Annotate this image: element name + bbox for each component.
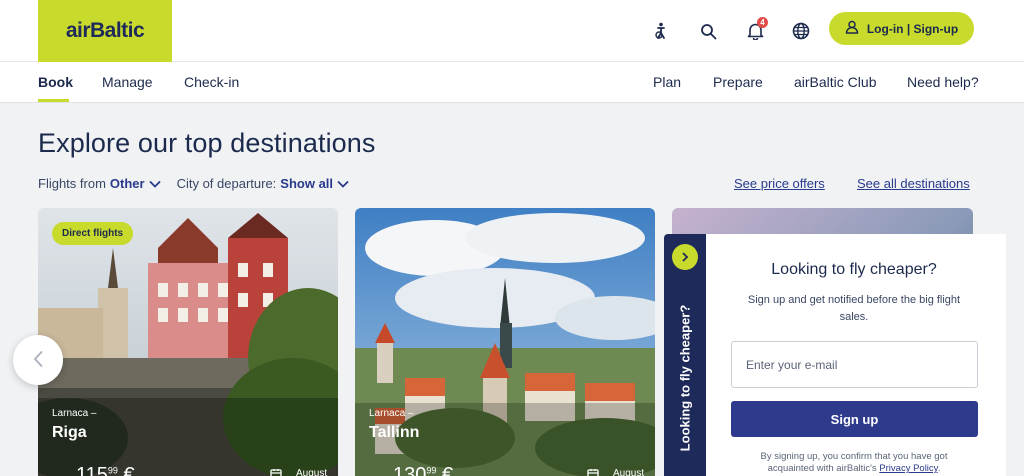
newsletter-signup-panel: Looking to fly cheaper? Sign up and get … — [706, 234, 1006, 476]
carousel-previous-button[interactable] — [13, 335, 63, 385]
notification-badge: 4 — [757, 17, 768, 28]
card-price: 11599 € — [76, 464, 135, 476]
chevron-left-icon — [32, 350, 44, 371]
top-header: airBaltic 4 Log-in | Sign-up — [0, 0, 1024, 62]
calendar-icon — [587, 468, 599, 476]
nav-prepare[interactable]: Prepare — [713, 74, 763, 90]
signup-subtitle: Sign up and get notified before the big … — [747, 294, 961, 323]
nav-book[interactable]: Book — [38, 74, 73, 90]
signup-title: Looking to fly cheaper? — [771, 261, 937, 278]
card-city: Tallinn — [369, 424, 420, 441]
airbaltic-logo[interactable]: airBaltic — [38, 0, 172, 62]
consent-text: By signing up, you confirm that you have… — [760, 451, 948, 474]
collapse-panel-button[interactable] — [672, 244, 698, 270]
chevron-down-icon — [148, 176, 161, 191]
flights-from-value: Other — [109, 176, 145, 191]
flights-from-dropdown[interactable]: Other — [110, 176, 161, 191]
side-tab-label: Looking to fly cheaper? — [677, 304, 693, 452]
see-price-offers-link[interactable]: See price offers — [734, 176, 825, 191]
login-signup-button[interactable]: Log-in | Sign-up — [829, 12, 974, 45]
card-date: August — [296, 468, 328, 476]
bell-icon[interactable]: 4 — [740, 16, 770, 46]
destination-filters: Flights from Other City of departure: Sh… — [38, 176, 349, 191]
accessibility-icon[interactable] — [646, 16, 676, 46]
active-tab-indicator — [38, 99, 69, 102]
card-date: August — [613, 468, 645, 476]
cheaper-flights-side-tab[interactable]: Looking to fly cheaper? — [664, 234, 706, 476]
calendar-icon — [270, 468, 282, 476]
chevron-right-icon — [681, 250, 689, 265]
login-label: Log-in | Sign-up — [866, 21, 959, 36]
privacy-policy-link[interactable]: Privacy Policy — [879, 463, 937, 474]
search-icon[interactable] — [693, 16, 723, 46]
main-navigation: Book Manage Check-in Plan Prepare airBal… — [0, 62, 1024, 103]
card-route-from: Larnaca – — [369, 408, 414, 419]
globe-icon[interactable] — [786, 16, 816, 46]
sign-up-button[interactable]: Sign up — [731, 401, 978, 437]
see-all-destinations-link[interactable]: See all destinations — [857, 176, 970, 191]
chevron-down-icon — [337, 176, 349, 191]
destination-card-tallinn[interactable]: Larnaca – Tallinn 13099 € August — [355, 208, 655, 476]
user-icon — [845, 20, 859, 37]
city-of-departure-label: City of departure: — [176, 176, 277, 191]
destination-card-riga[interactable]: Direct flights Larnaca – Riga 11599 € Au… — [38, 208, 338, 476]
card-city: Riga — [52, 424, 87, 441]
email-input[interactable] — [731, 341, 978, 388]
card-route-from: Larnaca – — [52, 408, 97, 419]
nav-check-in[interactable]: Check-in — [184, 74, 239, 90]
flights-from-label: Flights from — [38, 176, 106, 191]
page-title: Explore our top destinations — [38, 128, 376, 158]
logo-text: airBaltic — [65, 19, 145, 42]
city-of-departure-value: Show all — [280, 176, 334, 191]
nav-plan[interactable]: Plan — [653, 74, 681, 90]
direct-flights-badge: Direct flights — [52, 222, 134, 245]
nav-manage[interactable]: Manage — [102, 74, 153, 90]
card-price: 13099 € — [393, 464, 454, 476]
nav-need-help[interactable]: Need help? — [907, 74, 979, 90]
nav-airbaltic-club[interactable]: airBaltic Club — [794, 74, 876, 90]
city-of-departure-dropdown[interactable]: Show all — [280, 176, 349, 191]
